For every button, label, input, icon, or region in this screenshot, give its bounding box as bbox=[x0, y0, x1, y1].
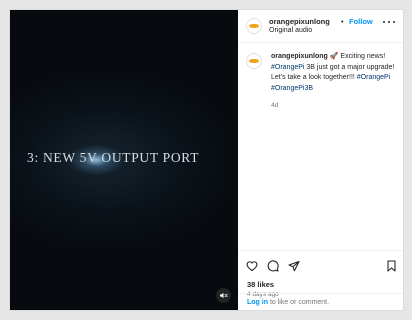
avatar[interactable] bbox=[246, 18, 262, 34]
separator-dot: • bbox=[341, 17, 344, 26]
caption-username[interactable]: orangepixunlong bbox=[271, 53, 328, 60]
speaker-muted-icon bbox=[219, 291, 228, 300]
post-header: orangepixunlong • Follow Original audio bbox=[238, 10, 403, 43]
post-video[interactable]: 3: NEW 5V OUTPUT PORT bbox=[10, 10, 238, 310]
orangepi-logo-icon bbox=[249, 23, 259, 29]
login-prompt: Log in to like or comment. bbox=[238, 293, 403, 310]
caption-text-part: Exciting news! bbox=[338, 53, 386, 60]
caption-timestamp[interactable]: 4d bbox=[271, 102, 278, 109]
mute-button[interactable] bbox=[216, 288, 231, 303]
more-options-icon[interactable] bbox=[383, 20, 395, 26]
share-icon[interactable] bbox=[288, 260, 300, 272]
login-prompt-text: to like or comment. bbox=[268, 299, 330, 306]
caption-text: orangepixunlong 🚀 Exciting news! #Orange… bbox=[271, 52, 399, 94]
login-link[interactable]: Log in bbox=[247, 299, 268, 306]
post-card: 3: NEW 5V OUTPUT PORT orangepixunlong • … bbox=[9, 9, 404, 311]
comment-icon[interactable] bbox=[267, 260, 279, 272]
original-audio-link[interactable]: Original audio bbox=[269, 27, 312, 34]
likes-count[interactable]: 38 likes bbox=[247, 280, 274, 289]
bookmark-icon[interactable] bbox=[386, 260, 397, 272]
follow-button[interactable]: Follow bbox=[349, 17, 373, 26]
hashtag-link[interactable]: #OrangePi bbox=[357, 74, 390, 81]
post-sidebar: orangepixunlong • Follow Original audio … bbox=[238, 10, 403, 310]
hashtag-link[interactable]: #OrangePi3B bbox=[271, 85, 313, 92]
caption-avatar[interactable] bbox=[246, 53, 262, 69]
author-username[interactable]: orangepixunlong bbox=[269, 17, 330, 26]
video-overlay-text: 3: NEW 5V OUTPUT PORT bbox=[27, 150, 200, 165]
orangepi-logo-icon bbox=[249, 58, 259, 64]
heart-icon[interactable] bbox=[246, 260, 258, 272]
hashtag-link[interactable]: #OrangePi bbox=[271, 64, 304, 71]
